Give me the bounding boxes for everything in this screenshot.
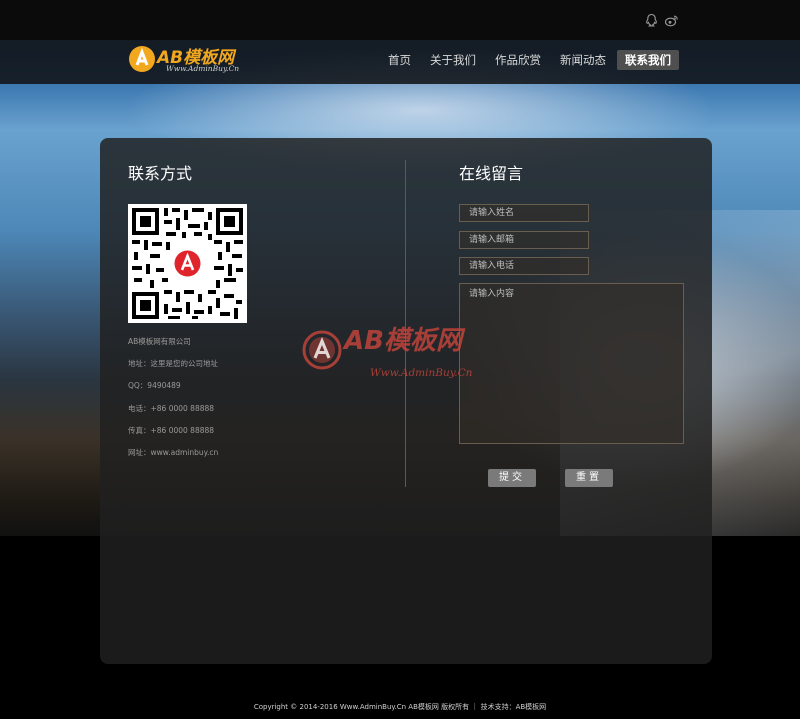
main-nav: 首页 关于我们 作品欣赏 新闻动态 联系我们 — [380, 50, 682, 70]
company-fax: 传真：+86 0000 88888 — [128, 426, 215, 435]
company-qq: QQ：9490489 — [128, 381, 181, 390]
reset-button[interactable]: 重置 — [565, 469, 613, 487]
nav-item-home[interactable]: 首页 — [380, 50, 419, 70]
submit-button[interactable]: 提交 — [488, 469, 536, 487]
watermark: AB模板网 Www.AdminBuy.Cn — [302, 320, 512, 400]
watermark-subtitle: Www.AdminBuy.Cn — [370, 367, 473, 379]
company-name: AB模板网有限公司 — [128, 337, 191, 346]
company-address: 地址：这里是您的公司地址 — [128, 359, 218, 368]
qq-icon[interactable] — [644, 13, 659, 28]
nav-item-works[interactable]: 作品欣赏 — [487, 50, 549, 70]
name-field[interactable]: 请输入姓名 — [459, 204, 589, 222]
phone-field[interactable]: 请输入电话 — [459, 257, 589, 275]
company-website: 网址：www.adminbuy.cn — [128, 448, 219, 457]
nav-item-about[interactable]: 关于我们 — [422, 50, 484, 70]
logo-emblem-icon — [129, 46, 155, 72]
site-logo[interactable]: AB模板网 Www.AdminBuy.Cn — [128, 43, 258, 77]
watermark-logo-icon — [302, 330, 342, 370]
nav-item-contact[interactable]: 联系我们 — [617, 50, 679, 70]
weibo-icon[interactable] — [664, 13, 679, 28]
top-bar — [0, 0, 800, 40]
footer-copyright: Copyright © 2014-2016 Www.AdminBuy.Cn AB… — [253, 703, 547, 711]
nav-item-news[interactable]: 新闻动态 — [552, 50, 614, 70]
company-phone: 电话：+86 0000 88888 — [128, 404, 215, 413]
watermark-title: AB模板网 — [344, 326, 462, 356]
message-title: 在线留言 — [459, 164, 524, 183]
qr-code — [128, 204, 247, 323]
email-field[interactable]: 请输入邮箱 — [459, 231, 589, 249]
logo-subtitle: Www.AdminBuy.Cn — [166, 64, 240, 73]
contact-title: 联系方式 — [128, 164, 193, 183]
